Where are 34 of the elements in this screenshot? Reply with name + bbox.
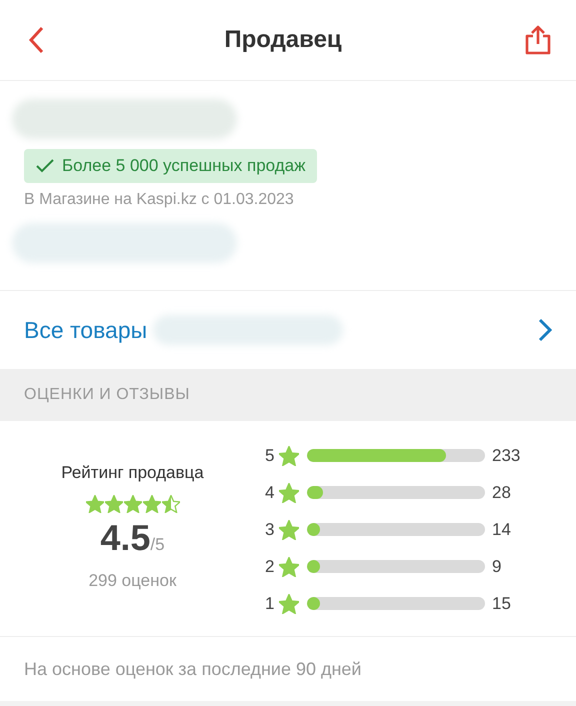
badge-text: Более 5 000 успешных продаж — [62, 156, 306, 176]
all-products-link[interactable]: Все товары — [24, 316, 148, 344]
star-icon — [279, 594, 299, 614]
check-icon — [36, 159, 54, 173]
star-icon — [104, 495, 122, 513]
page-title: Продавец — [224, 26, 342, 54]
star-icon — [142, 495, 160, 513]
grade-label: 5 — [265, 446, 276, 466]
grade-label: 3 — [265, 520, 276, 540]
all-products-row[interactable]: Все товары — [0, 291, 576, 369]
grade-count: 9 — [492, 556, 502, 576]
rating-label: Рейтинг продавца — [61, 463, 204, 483]
rating-footnote: На основе оценок за последние 90 дней — [0, 637, 576, 706]
star-icon — [124, 495, 142, 513]
star-icon — [279, 520, 299, 540]
grade-count: 14 — [492, 520, 511, 540]
back-icon — [28, 26, 44, 54]
star-icon — [86, 495, 104, 513]
rating-count: 299 оценок — [88, 571, 176, 591]
star-icon — [279, 446, 299, 466]
star-icon — [279, 556, 299, 576]
grade-label: 4 — [265, 482, 276, 502]
section-header: ОЦЕНКИ И ОТЗЫВЫ — [0, 369, 576, 421]
grade-count: 28 — [492, 482, 511, 502]
rating-max: /5 — [150, 535, 165, 555]
grade-label: 1 — [265, 594, 276, 614]
seller-since: В Магазине на Kaspi.kz с 01.03.2023 — [24, 191, 294, 209]
star-icon — [162, 495, 180, 513]
star-icon — [279, 482, 299, 502]
chevron-right-icon — [538, 318, 552, 342]
rating-value: 4.5 — [100, 517, 150, 559]
grade-count: 233 — [492, 446, 520, 466]
grade-count: 15 — [492, 594, 511, 614]
grade-label: 2 — [265, 556, 276, 576]
